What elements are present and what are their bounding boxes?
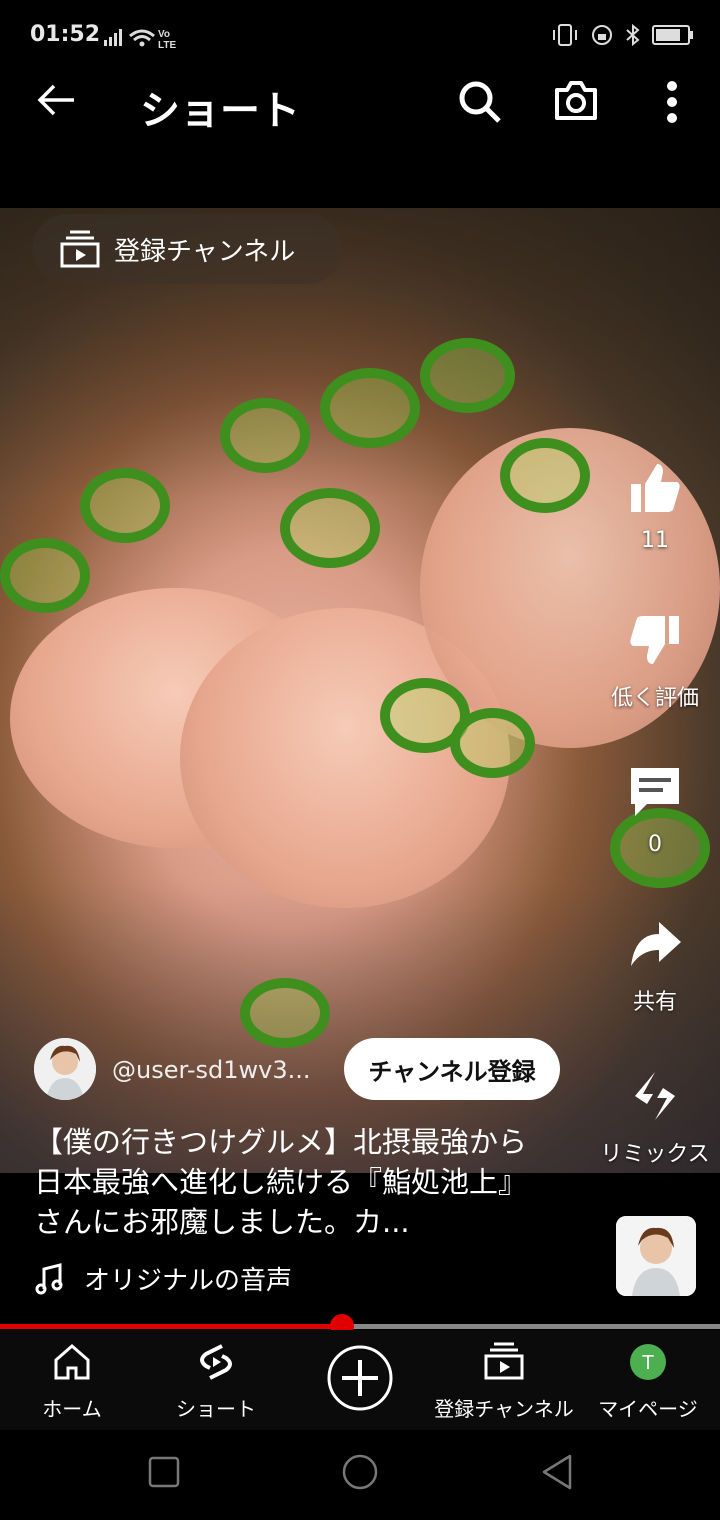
share-icon (631, 922, 681, 966)
like-count: 11 (641, 528, 669, 553)
progress-fill (0, 1324, 342, 1329)
remix-button[interactable]: リミックス (600, 1068, 710, 1168)
dislike-label: 低く評価 (610, 686, 699, 711)
nav-my-page-label: マイページ (598, 1397, 698, 1421)
share-button[interactable]: 共有 (600, 916, 710, 1016)
page-title: ショート (140, 88, 300, 134)
subscriptions-chip[interactable]: 登録チャンネル (32, 214, 342, 284)
comment-icon (631, 768, 679, 816)
search-button[interactable] (458, 80, 502, 128)
nav-my-page[interactable]: T マイページ (576, 1342, 720, 1422)
audio-thumbnail[interactable] (616, 1216, 696, 1296)
channel-avatar[interactable] (34, 1038, 96, 1100)
account-avatar-icon: T (630, 1344, 666, 1380)
channel-handle[interactable]: @user-sd1wv3... (112, 1056, 310, 1084)
nav-subscriptions-label: 登録チャンネル (434, 1397, 574, 1421)
back-system-button[interactable] (540, 1454, 574, 1494)
music-note-icon (35, 1262, 63, 1294)
remix-label: リミックス (600, 1142, 710, 1167)
subscribe-button[interactable]: チャンネル登録 (344, 1038, 560, 1100)
thumbs-up-icon (631, 464, 680, 512)
share-label: 共有 (632, 990, 677, 1015)
camera-icon (555, 81, 597, 120)
search-icon (459, 81, 501, 123)
signal-icons: Vo LTE (102, 26, 186, 54)
nav-subscriptions[interactable]: 登録チャンネル (432, 1342, 576, 1422)
svg-text:Vo: Vo (158, 29, 170, 40)
like-button[interactable]: 11 (600, 460, 710, 553)
back-button[interactable] (36, 82, 76, 122)
camera-button[interactable] (553, 78, 599, 126)
add-circle-icon (327, 1345, 393, 1411)
comment-count: 0 (648, 832, 662, 857)
nav-home-label: ホーム (42, 1397, 102, 1421)
audio-link[interactable]: オリジナルの音声 (34, 1260, 292, 1297)
dislike-button[interactable]: 低く評価 (600, 612, 710, 712)
bluetooth-icon (626, 23, 640, 47)
subscriptions-icon (60, 230, 100, 268)
more-vert-icon (667, 81, 677, 123)
status-time: 01:52 (30, 22, 101, 47)
status-right-icons (550, 22, 693, 48)
home-system-button[interactable] (342, 1454, 378, 1494)
recents-button[interactable] (148, 1456, 180, 1492)
audio-label: オリジナルの音声 (84, 1266, 293, 1296)
video-description[interactable]: 【僕の行きつけグルメ】北摂最強から日本最強へ進化し続ける『鮨処池上』さんにお邪魔… (34, 1122, 554, 1242)
remix-icon (635, 1072, 675, 1120)
home-icon (54, 1344, 90, 1380)
nav-home[interactable]: ホーム (0, 1342, 144, 1422)
create-button[interactable] (288, 1344, 432, 1417)
subscriptions-icon (484, 1342, 524, 1380)
svg-text:LTE: LTE (158, 40, 176, 50)
square-icon (148, 1456, 180, 1488)
subscriptions-chip-label: 登録チャンネル (114, 236, 296, 267)
back-arrow-icon (37, 84, 74, 116)
nav-shorts[interactable]: ショート (144, 1342, 288, 1422)
audio-thumbnail-image (616, 1216, 696, 1296)
thumbs-down-icon (630, 616, 679, 664)
battery-icon (652, 25, 693, 45)
nav-shorts-label: ショート (176, 1397, 256, 1421)
vibrate-icon (553, 24, 577, 46)
circle-icon (342, 1454, 378, 1490)
lock-rotation-icon (592, 25, 612, 45)
comments-button[interactable]: 0 (600, 764, 710, 857)
avatar-image (34, 1038, 96, 1100)
triangle-back-icon (542, 1454, 572, 1490)
shorts-icon (200, 1344, 232, 1380)
svg-text:T: T (642, 1352, 654, 1374)
more-button[interactable] (660, 80, 684, 128)
